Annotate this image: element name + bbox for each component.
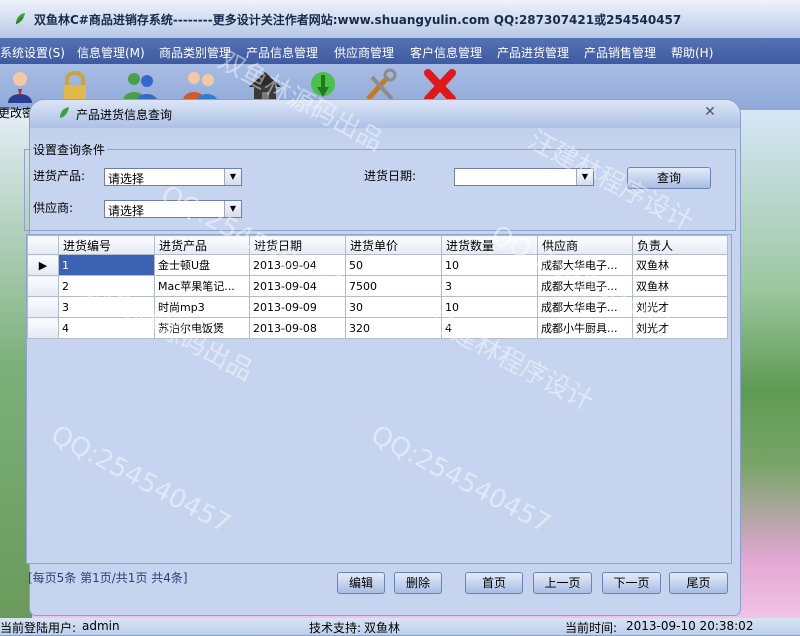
leaf-icon [60,107,69,118]
table-cell[interactable]: 苏泊尔电饭煲 [154,317,250,339]
menu-customer-info[interactable]: 客户信息管理 [410,44,482,61]
table-cell[interactable]: 50 [345,254,442,276]
purchase-data-grid: 进货编号 进货产品 进货日期 进货单价 进货数量 供应商 负责人 ▶ 1 金士顿… [26,234,732,564]
table-row[interactable]: 3 时尚mp3 2013-09-09 30 10 成都大华电子... 刘光才 [27,296,728,318]
menu-system-settings[interactable]: 系统设置(S) [0,44,65,61]
column-header[interactable]: 进货编号 [58,235,155,255]
table-row[interactable]: ▶ 1 金士顿U盘 2013-09-04 50 10 成都大华电子... 双鱼林 [27,254,728,276]
column-header[interactable]: 进货数量 [441,235,538,255]
table-cell[interactable]: 成都大华电子... [537,275,633,297]
app-leaf-icon [15,13,25,25]
table-cell[interactable]: 双鱼林 [632,275,728,297]
table-cell[interactable]: 7500 [345,275,442,297]
table-cell[interactable]: 刘光才 [632,296,728,318]
child-titlebar: 产品进货信息查询 ✕ [30,100,740,128]
row-header [27,275,59,297]
table-header-row: 进货编号 进货产品 进货日期 进货单价 进货数量 供应商 负责人 [27,235,728,255]
status-bar: 当前登陆用户: admin 技术支持: 双鱼林 当前时间: 2013-09-10… [0,618,800,635]
table-cell[interactable]: 刘光才 [632,317,728,339]
pager-info: [每页5条 第1页/共1页 共4条] [28,571,188,585]
table-cell[interactable]: 双鱼林 [632,254,728,276]
column-header[interactable]: 进货日期 [249,235,346,255]
current-user: admin [82,619,120,633]
table-cell[interactable]: 成都大华电子... [537,296,633,318]
table-cell[interactable]: 2013-09-04 [249,275,346,297]
chevron-down-icon[interactable]: ▼ [224,169,241,185]
query-button[interactable]: 查询 [627,167,711,189]
window-title: 双鱼林C#商品进销存系统--------更多设计关注作者网站:www.shuan… [34,13,682,27]
product-select[interactable]: 请选择 ▼ [104,168,242,186]
row-header [27,317,59,339]
supplier-select-value: 请选择 [108,204,145,218]
current-time: 2013-09-10 20:38:02 [626,619,754,633]
supplier-label: 供应商: [33,201,74,215]
prev-page-button[interactable]: 上一页 [533,572,592,594]
table-cell[interactable]: 4 [441,317,538,339]
table-cell[interactable]: 30 [345,296,442,318]
close-icon[interactable]: ✕ [702,104,718,120]
menu-category-management[interactable]: 商品类别管理 [159,44,231,61]
last-page-button[interactable]: 尾页 [669,572,728,594]
date-label: 进货日期: [364,169,417,183]
table-cell[interactable]: 成都大华电子... [537,254,633,276]
menu-info-management[interactable]: 信息管理(M) [77,44,145,61]
menu-sales-management[interactable]: 产品销售管理 [584,44,656,61]
user-label: 当前登陆用户: [0,621,77,635]
product-select-value: 请选择 [108,172,145,186]
child-window-title: 产品进货信息查询 [76,108,173,122]
edit-button[interactable]: 编辑 [337,572,385,594]
time-label: 当前时间: [565,621,618,635]
purchase-table: 进货编号 进货产品 进货日期 进货单价 进货数量 供应商 负责人 ▶ 1 金士顿… [27,235,728,339]
table-cell[interactable]: 2 [58,275,155,297]
row-header-corner [27,235,59,255]
user-icon[interactable] [0,67,40,105]
table-cell[interactable]: 3 [441,275,538,297]
table-cell[interactable]: 320 [345,317,442,339]
table-cell[interactable]: 3 [58,296,155,318]
chevron-down-icon[interactable]: ▼ [576,169,593,185]
first-page-button[interactable]: 首页 [465,572,523,594]
menu-purchase-management[interactable]: 产品进货管理 [497,44,569,61]
menu-product-info[interactable]: 产品信息管理 [246,44,318,61]
column-header[interactable]: 供应商 [537,235,633,255]
chevron-down-icon[interactable]: ▼ [224,201,241,217]
groupbox-title: 设置查询条件 [31,141,108,158]
column-header[interactable]: 进货产品 [154,235,250,255]
product-label: 进货产品: [33,169,86,183]
table-row[interactable]: 2 Mac苹果笔记... 2013-09-04 7500 3 成都大华电子...… [27,275,728,297]
next-page-button[interactable]: 下一页 [602,572,661,594]
date-picker[interactable]: ▼ [454,168,594,186]
column-header[interactable]: 进货单价 [345,235,442,255]
support-label: 技术支持: [309,621,362,635]
table-cell[interactable]: 2013-09-04 [249,254,346,276]
main-titlebar: 双鱼林C#商品进销存系统--------更多设计关注作者网站:www.shuan… [0,0,800,38]
table-cell[interactable]: 1 [58,254,155,276]
row-header [27,296,59,318]
table-cell[interactable]: 成都小牛厨具... [537,317,633,339]
change-password-label[interactable]: 更改密 [0,104,34,121]
table-cell[interactable]: 4 [58,317,155,339]
table-cell[interactable]: 时尚mp3 [154,296,250,318]
delete-button[interactable]: 删除 [394,572,442,594]
supplier-select[interactable]: 请选择 ▼ [104,200,242,218]
current-row-indicator: ▶ [27,254,59,276]
support-name: 双鱼林 [364,621,401,635]
table-cell[interactable]: 金士顿U盘 [154,254,250,276]
table-cell[interactable]: 10 [441,296,538,318]
table-cell[interactable]: 2013-09-09 [249,296,346,318]
table-row[interactable]: 4 苏泊尔电饭煲 2013-09-08 320 4 成都小牛厨具... 刘光才 [27,317,728,339]
column-header[interactable]: 负责人 [632,235,728,255]
menu-help[interactable]: 帮助(H) [671,44,713,61]
table-cell[interactable]: 2013-09-08 [249,317,346,339]
menu-bar: 系统设置(S) 信息管理(M) 商品类别管理 产品信息管理 供应商管理 客户信息… [0,38,800,64]
table-cell[interactable]: Mac苹果笔记... [154,275,250,297]
menu-supplier-management[interactable]: 供应商管理 [334,44,394,61]
table-cell[interactable]: 10 [441,254,538,276]
